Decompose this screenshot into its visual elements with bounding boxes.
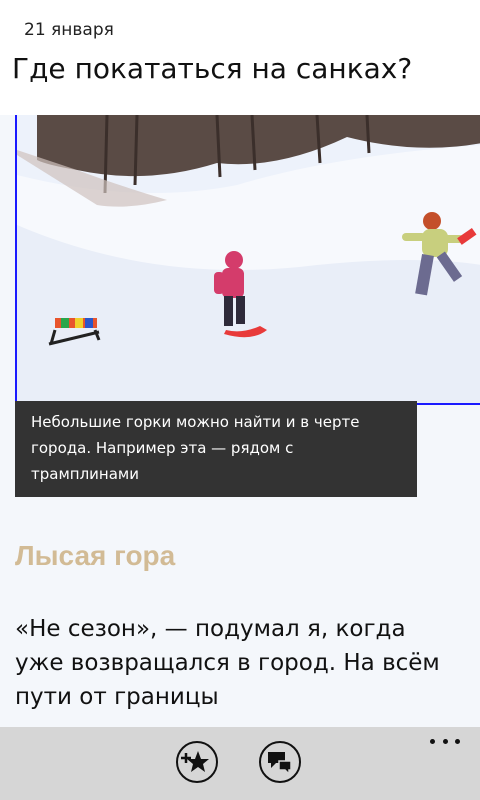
article-content[interactable]: Небольшие горки можно найти и в черте го… [0, 115, 480, 727]
photo-caption: Небольшие горки можно найти и в черте го… [15, 401, 417, 497]
add-favorite-button[interactable] [176, 741, 218, 783]
photo-illustration [17, 115, 480, 403]
article-paragraph: «Не сезон», — подумал я, когда уже возвр… [15, 616, 440, 710]
page-header: 21 января Где покататься на санках? [0, 0, 480, 115]
comments-icon [268, 752, 292, 776]
more-options-button[interactable] [430, 733, 460, 749]
application-bar [0, 727, 480, 800]
comments-button[interactable] [259, 741, 301, 783]
favorite-add-icon [181, 751, 209, 772]
more-dots-icon [430, 738, 435, 744]
section-heading: Лысая гора [15, 540, 176, 571]
article-photo[interactable] [15, 115, 480, 405]
article-date: 21 января [24, 20, 114, 40]
page-title: Где покататься на санках? [12, 52, 413, 85]
more-dot [455, 738, 460, 744]
more-dot [442, 738, 448, 744]
